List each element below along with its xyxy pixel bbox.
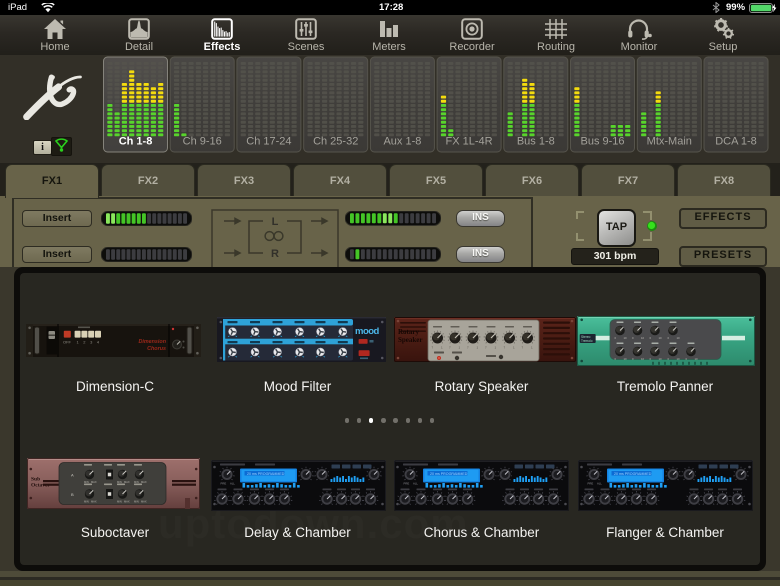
svg-text:Ch 9-16: Ch 9-16 [183, 136, 222, 148]
svg-text:MAX: MAX [124, 500, 130, 504]
svg-text:Ch 25-32: Ch 25-32 [313, 136, 358, 148]
svg-text:MIN: MIN [117, 500, 122, 504]
svg-text:Ch 1-8: Ch 1-8 [119, 136, 153, 148]
svg-text:MAX: MAX [141, 500, 147, 504]
svg-text:10: 10 [624, 336, 628, 340]
svg-text:Tremolo: Tremolo [581, 339, 593, 343]
svg-text:MIN: MIN [134, 480, 139, 484]
svg-text:MIN: MIN [84, 480, 89, 484]
svg-text:Chorus: Chorus [147, 346, 166, 352]
svg-text:ALL: ALL [597, 482, 602, 486]
svg-text:Aux 1-8: Aux 1-8 [383, 136, 421, 148]
svg-text:MIN: MIN [117, 480, 122, 484]
svg-text:PRE: PRE [588, 482, 594, 486]
svg-text:Rotary: Rotary [398, 328, 419, 336]
svg-text:MAX: MAX [141, 480, 147, 484]
svg-text:FX 1L-4R: FX 1L-4R [446, 136, 493, 148]
svg-text:Speaker: Speaker [398, 336, 423, 344]
svg-text:MIN: MIN [84, 500, 89, 504]
svg-text:Mtx-Main: Mtx-Main [647, 136, 692, 148]
svg-text:L: L [272, 216, 279, 228]
svg-text:mood: mood [355, 326, 380, 337]
svg-text:10: 10 [641, 357, 645, 361]
svg-text:20 ms PROGRAMMED: 20 ms PROGRAMMED [614, 472, 652, 476]
svg-text:MIN: MIN [134, 500, 139, 504]
svg-text:10: 10 [677, 336, 681, 340]
svg-text:MAX: MAX [91, 480, 97, 484]
svg-text:Ch 17-24: Ch 17-24 [246, 136, 291, 148]
svg-text:10: 10 [695, 357, 699, 361]
svg-text:20 ms PROGRAMMED: 20 ms PROGRAMMED [430, 472, 468, 476]
svg-text:Bus 1-8: Bus 1-8 [517, 136, 555, 148]
svg-text:10: 10 [659, 336, 663, 340]
svg-text:DCA 1-8: DCA 1-8 [715, 136, 757, 148]
svg-text:20 ms PROGRAMMED: 20 ms PROGRAMMED [247, 472, 285, 476]
svg-text:PRE: PRE [404, 482, 410, 486]
svg-text:Bus 9-16: Bus 9-16 [580, 136, 624, 148]
svg-text:B: B [71, 492, 74, 497]
svg-text:OFF: OFF [63, 340, 72, 345]
svg-text:MAX: MAX [91, 500, 97, 504]
svg-text:10: 10 [677, 357, 681, 361]
svg-text:10: 10 [641, 336, 645, 340]
svg-text:ALL: ALL [230, 482, 235, 486]
svg-text:PRE: PRE [221, 482, 227, 486]
svg-text:A: A [71, 473, 74, 478]
svg-text:ALL: ALL [413, 482, 418, 486]
svg-text:Dimension: Dimension [138, 339, 166, 345]
svg-text:MAX: MAX [124, 480, 130, 484]
svg-text:R: R [271, 248, 279, 260]
svg-text:10: 10 [659, 357, 663, 361]
svg-text:10: 10 [624, 357, 628, 361]
